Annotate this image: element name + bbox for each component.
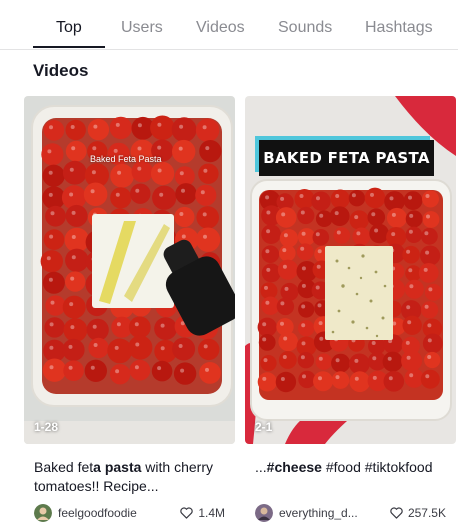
heart-icon (180, 507, 193, 519)
tab-hashtags[interactable]: Hashtags (365, 19, 433, 37)
like-count-value: 1.4M (198, 506, 225, 520)
search-tab-bar: Top Users Videos Sounds Hashtags (0, 0, 458, 50)
avatar-icon[interactable] (255, 504, 273, 522)
tab-top[interactable]: Top (56, 19, 82, 37)
caption-text: Baked fet (34, 459, 94, 475)
caption-highlight: a (93, 459, 101, 475)
thumbnail-image (24, 96, 235, 444)
caption-hashtag[interactable]: #cheese (267, 459, 322, 475)
video-overlay-text: Baked Feta Pasta (90, 154, 162, 164)
author-name[interactable]: everything_d... (279, 506, 390, 520)
like-count-value: 257.5K (407, 506, 446, 520)
video-thumbnail[interactable]: Baked Feta Pasta 1-28 (24, 96, 235, 444)
tab-users[interactable]: Users (121, 19, 163, 37)
caption-hashtags[interactable]: #food #tiktokfood (322, 459, 433, 475)
video-overlay-text: BAKED FETA PASTA (263, 149, 430, 167)
caption-highlight: pasta (104, 459, 142, 475)
author-name[interactable]: feelgoodfoodie (58, 506, 180, 520)
avatar-icon[interactable] (34, 504, 52, 522)
video-thumbnail[interactable]: BAKED FETA PASTA 2-1 (245, 96, 456, 444)
caption-text: ... (255, 459, 267, 475)
video-card[interactable]: BAKED FETA PASTA 2-1 ...#cheese #food #t… (245, 96, 456, 522)
tab-sounds[interactable]: Sounds (278, 19, 332, 37)
video-meta: everything_d... 257.5K (245, 504, 456, 522)
like-count: 257.5K (390, 506, 456, 520)
active-tab-indicator (33, 46, 105, 48)
video-meta: feelgoodfoodie 1.4M (24, 504, 235, 522)
video-caption[interactable]: ...#cheese #food #tiktokfood (245, 458, 456, 496)
view-count-badge: 2-1 (255, 420, 273, 434)
section-title: Videos (33, 61, 89, 80)
like-count: 1.4M (180, 506, 235, 520)
heart-icon (390, 507, 403, 519)
video-caption[interactable]: Baked feta pasta with cherry tomatoes!! … (24, 458, 235, 496)
tab-videos[interactable]: Videos (196, 19, 245, 37)
video-card[interactable]: Baked Feta Pasta 1-28 Baked feta pasta w… (24, 96, 235, 522)
video-title-banner: BAKED FETA PASTA (259, 140, 434, 176)
view-count-badge: 1-28 (34, 420, 59, 434)
